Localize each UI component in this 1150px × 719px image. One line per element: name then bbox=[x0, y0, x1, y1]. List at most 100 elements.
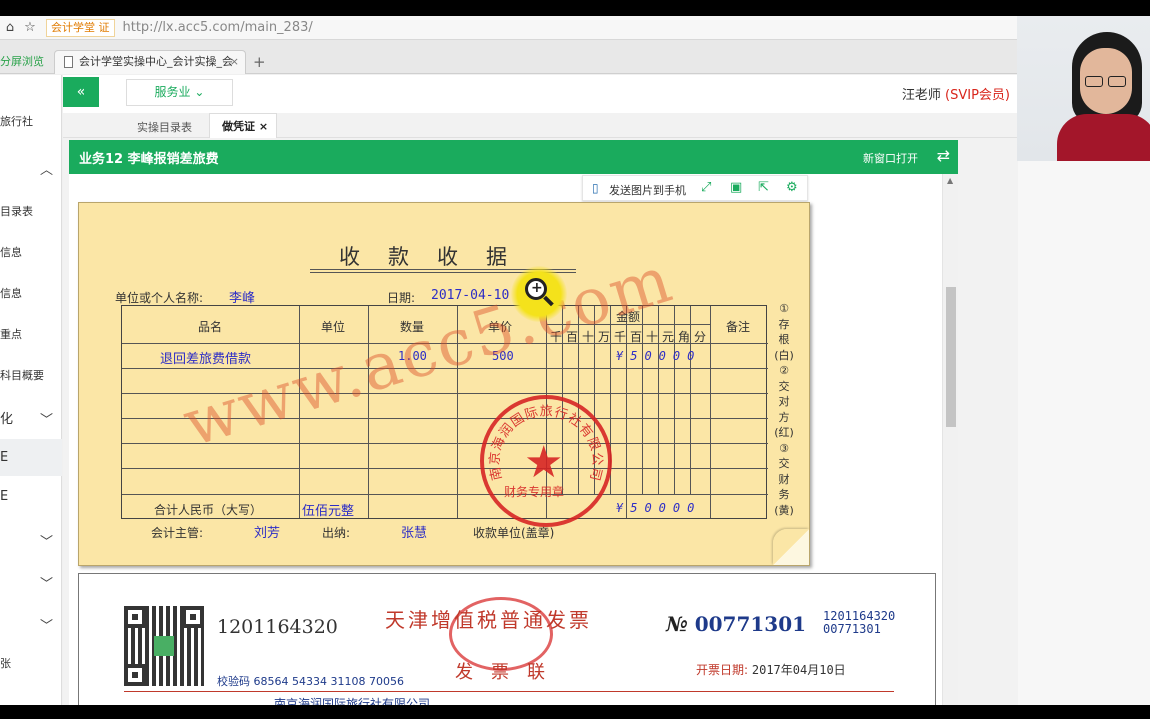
qr-logo bbox=[154, 636, 174, 656]
qr-finder bbox=[124, 664, 146, 686]
invoice-small-codes: 1201164320 00771301 bbox=[823, 610, 895, 636]
row-item: 退回差旅费借款 bbox=[160, 352, 252, 367]
nav-item-zhang[interactable]: 张 bbox=[0, 655, 11, 671]
site-label[interactable]: 会计学堂 证 bbox=[46, 18, 115, 37]
total-cn: 伍佰元整 bbox=[302, 504, 355, 519]
cashier-value: 张慧 bbox=[401, 526, 428, 541]
webcam-glasses bbox=[1108, 76, 1126, 87]
right-panel bbox=[1018, 161, 1150, 705]
zoom-in-icon[interactable]: + bbox=[511, 266, 567, 322]
nav-item-info-1[interactable]: 信息 bbox=[0, 244, 22, 260]
receipt-title: 收款收据 bbox=[339, 245, 535, 269]
side-note: (白) bbox=[774, 348, 794, 362]
side-note: 方 bbox=[778, 410, 790, 424]
nav-item-highlight bbox=[0, 439, 62, 476]
col-divider bbox=[710, 306, 711, 518]
image-toolbar: ▯ 发送图片到手机 ⤢ ▣ ⇱ ⚙ bbox=[582, 175, 808, 201]
bottom-black-bar bbox=[0, 705, 1150, 719]
nav-item-keypoints[interactable]: 重点 bbox=[0, 326, 22, 342]
stamp-bottom-text: 财务专用章 bbox=[504, 485, 565, 499]
address-bar: ⌂ ☆ 会计学堂 证 http://lx.acc5.com/main_283/ bbox=[0, 16, 1150, 40]
split-view-button[interactable]: 分屏浏览 bbox=[0, 53, 44, 69]
scroll-thumb[interactable] bbox=[946, 287, 956, 427]
send-to-phone-button[interactable]: 发送图片到手机 bbox=[609, 182, 686, 198]
task-title: 业务12 李峰报销差旅费 bbox=[79, 152, 219, 167]
zoom-plus: + bbox=[531, 280, 543, 296]
switch-icon[interactable]: ⇄ bbox=[937, 146, 950, 165]
url-text[interactable]: http://lx.acc5.com/main_283/ bbox=[123, 20, 313, 35]
voucher-content: ▯ 发送图片到手机 ⤢ ▣ ⇱ ⚙ 收款收据 单位或个人名称: 李峰 日期: 2… bbox=[69, 174, 942, 719]
nav-item-catalog[interactable]: 目录表 bbox=[0, 203, 33, 219]
app-header: « 服务业 ⌄ 汪老师 (SVIP会员) bbox=[63, 75, 1018, 113]
side-note: 财 bbox=[778, 472, 790, 486]
close-icon[interactable]: × bbox=[259, 120, 268, 133]
gear-icon[interactable]: ⚙ bbox=[786, 180, 798, 195]
date-label: 日期: bbox=[387, 291, 416, 305]
page-curl bbox=[773, 529, 809, 565]
nav-item-info-2[interactable]: 信息 bbox=[0, 285, 22, 301]
scroll-up-icon[interactable]: ▲ bbox=[947, 176, 953, 185]
side-note: 交 bbox=[778, 379, 790, 393]
nav-item-e1[interactable]: E bbox=[0, 450, 8, 465]
payer-value: 李峰 bbox=[229, 291, 256, 306]
open-new-window-link[interactable]: 新窗口打开 bbox=[863, 150, 918, 166]
new-tab-button[interactable]: + bbox=[253, 53, 266, 71]
browser-tab[interactable]: 会计学堂实操中心_会计实操_会 × bbox=[54, 50, 246, 74]
browser-tab-title: 会计学堂实操中心_会计实操_会 bbox=[79, 55, 233, 68]
total-amount: ¥50000 bbox=[616, 501, 702, 515]
side-note: 存 bbox=[778, 317, 790, 331]
side-note: ③ bbox=[779, 441, 789, 455]
sub-tabs: 实操目录表 做凭证 × bbox=[63, 113, 1018, 138]
close-tab-icon[interactable]: × bbox=[230, 51, 239, 73]
share-icon[interactable]: ⇱ bbox=[758, 180, 769, 195]
chevron-down-icon[interactable]: ﹀ bbox=[40, 409, 53, 428]
digit-header: 十 bbox=[646, 330, 659, 344]
nav-item-subject-summary[interactable]: 科目概要 bbox=[0, 367, 44, 383]
chevron-down-icon[interactable]: ﹀ bbox=[40, 531, 53, 550]
invoice-row-line bbox=[124, 691, 894, 692]
accountant-label: 会计主管: bbox=[151, 526, 204, 540]
chevron-up-icon[interactable]: ︿ bbox=[40, 159, 53, 178]
browser-tab-bar: 分屏浏览 会计学堂实操中心_会计实操_会 × + bbox=[0, 40, 1150, 74]
col-divider bbox=[658, 306, 659, 494]
invoice-date: 开票日期: 2017年04月10日 bbox=[696, 663, 846, 677]
nav-item-agency[interactable]: 旅行社 bbox=[0, 113, 33, 129]
col-divider bbox=[674, 306, 675, 494]
business-select[interactable]: 服务业 ⌄ bbox=[126, 79, 233, 106]
col-divider bbox=[642, 306, 643, 494]
chevron-down-icon[interactable]: ﹀ bbox=[40, 615, 53, 634]
home-icon[interactable]: ⌂ bbox=[0, 20, 20, 35]
tab-catalog[interactable]: 实操目录表 bbox=[137, 119, 192, 135]
screen: ⌂ ☆ 会计学堂 证 http://lx.acc5.com/main_283/ … bbox=[0, 0, 1150, 719]
side-note: ① bbox=[779, 302, 789, 315]
qr-code bbox=[124, 606, 204, 686]
fullscreen-icon[interactable]: ⤢ bbox=[701, 180, 711, 195]
save-icon[interactable]: ▣ bbox=[730, 180, 742, 195]
invoice-code: 1201164320 bbox=[217, 616, 338, 638]
accountant-value: 刘芳 bbox=[254, 526, 281, 541]
user-info[interactable]: 汪老师 (SVIP会员) bbox=[902, 84, 1010, 103]
star-icon[interactable]: ☆ bbox=[20, 20, 40, 35]
header-remark: 备注 bbox=[726, 320, 751, 334]
nav-item-hua[interactable]: 化 bbox=[0, 408, 13, 427]
side-note: ② bbox=[779, 364, 789, 377]
digit-header: 分 bbox=[694, 330, 707, 344]
left-nav: 旅行社 ︿ 目录表 信息 信息 重点 科目概要 化 ﹀ E E ﹀ ﹀ ﹀ 张 bbox=[0, 75, 62, 719]
row-divider bbox=[122, 468, 768, 469]
stamp-star-icon: ★ bbox=[524, 437, 564, 488]
tab-voucher[interactable]: 做凭证 × bbox=[209, 113, 278, 138]
side-note: 务 bbox=[778, 488, 790, 501]
webcam-glasses bbox=[1085, 76, 1103, 87]
small-number: 00771301 bbox=[823, 622, 881, 636]
payer-label: 单位或个人名称: bbox=[115, 291, 204, 305]
presenter-webcam bbox=[1017, 16, 1150, 161]
collapse-sidebar-button[interactable]: « bbox=[63, 77, 99, 107]
nav-item-e2[interactable]: E bbox=[0, 489, 8, 504]
chevron-down-icon[interactable]: ﹀ bbox=[40, 573, 53, 592]
zoom-handle bbox=[543, 295, 554, 307]
content-scrollbar[interactable]: ▲ bbox=[942, 174, 958, 719]
side-note: (红) bbox=[774, 426, 794, 439]
task-title-bar: 业务12 李峰报销差旅费 新窗口打开 ⇄ bbox=[69, 140, 958, 174]
row-amount: ¥50000 bbox=[616, 349, 702, 363]
header-unit: 单位 bbox=[321, 320, 346, 334]
